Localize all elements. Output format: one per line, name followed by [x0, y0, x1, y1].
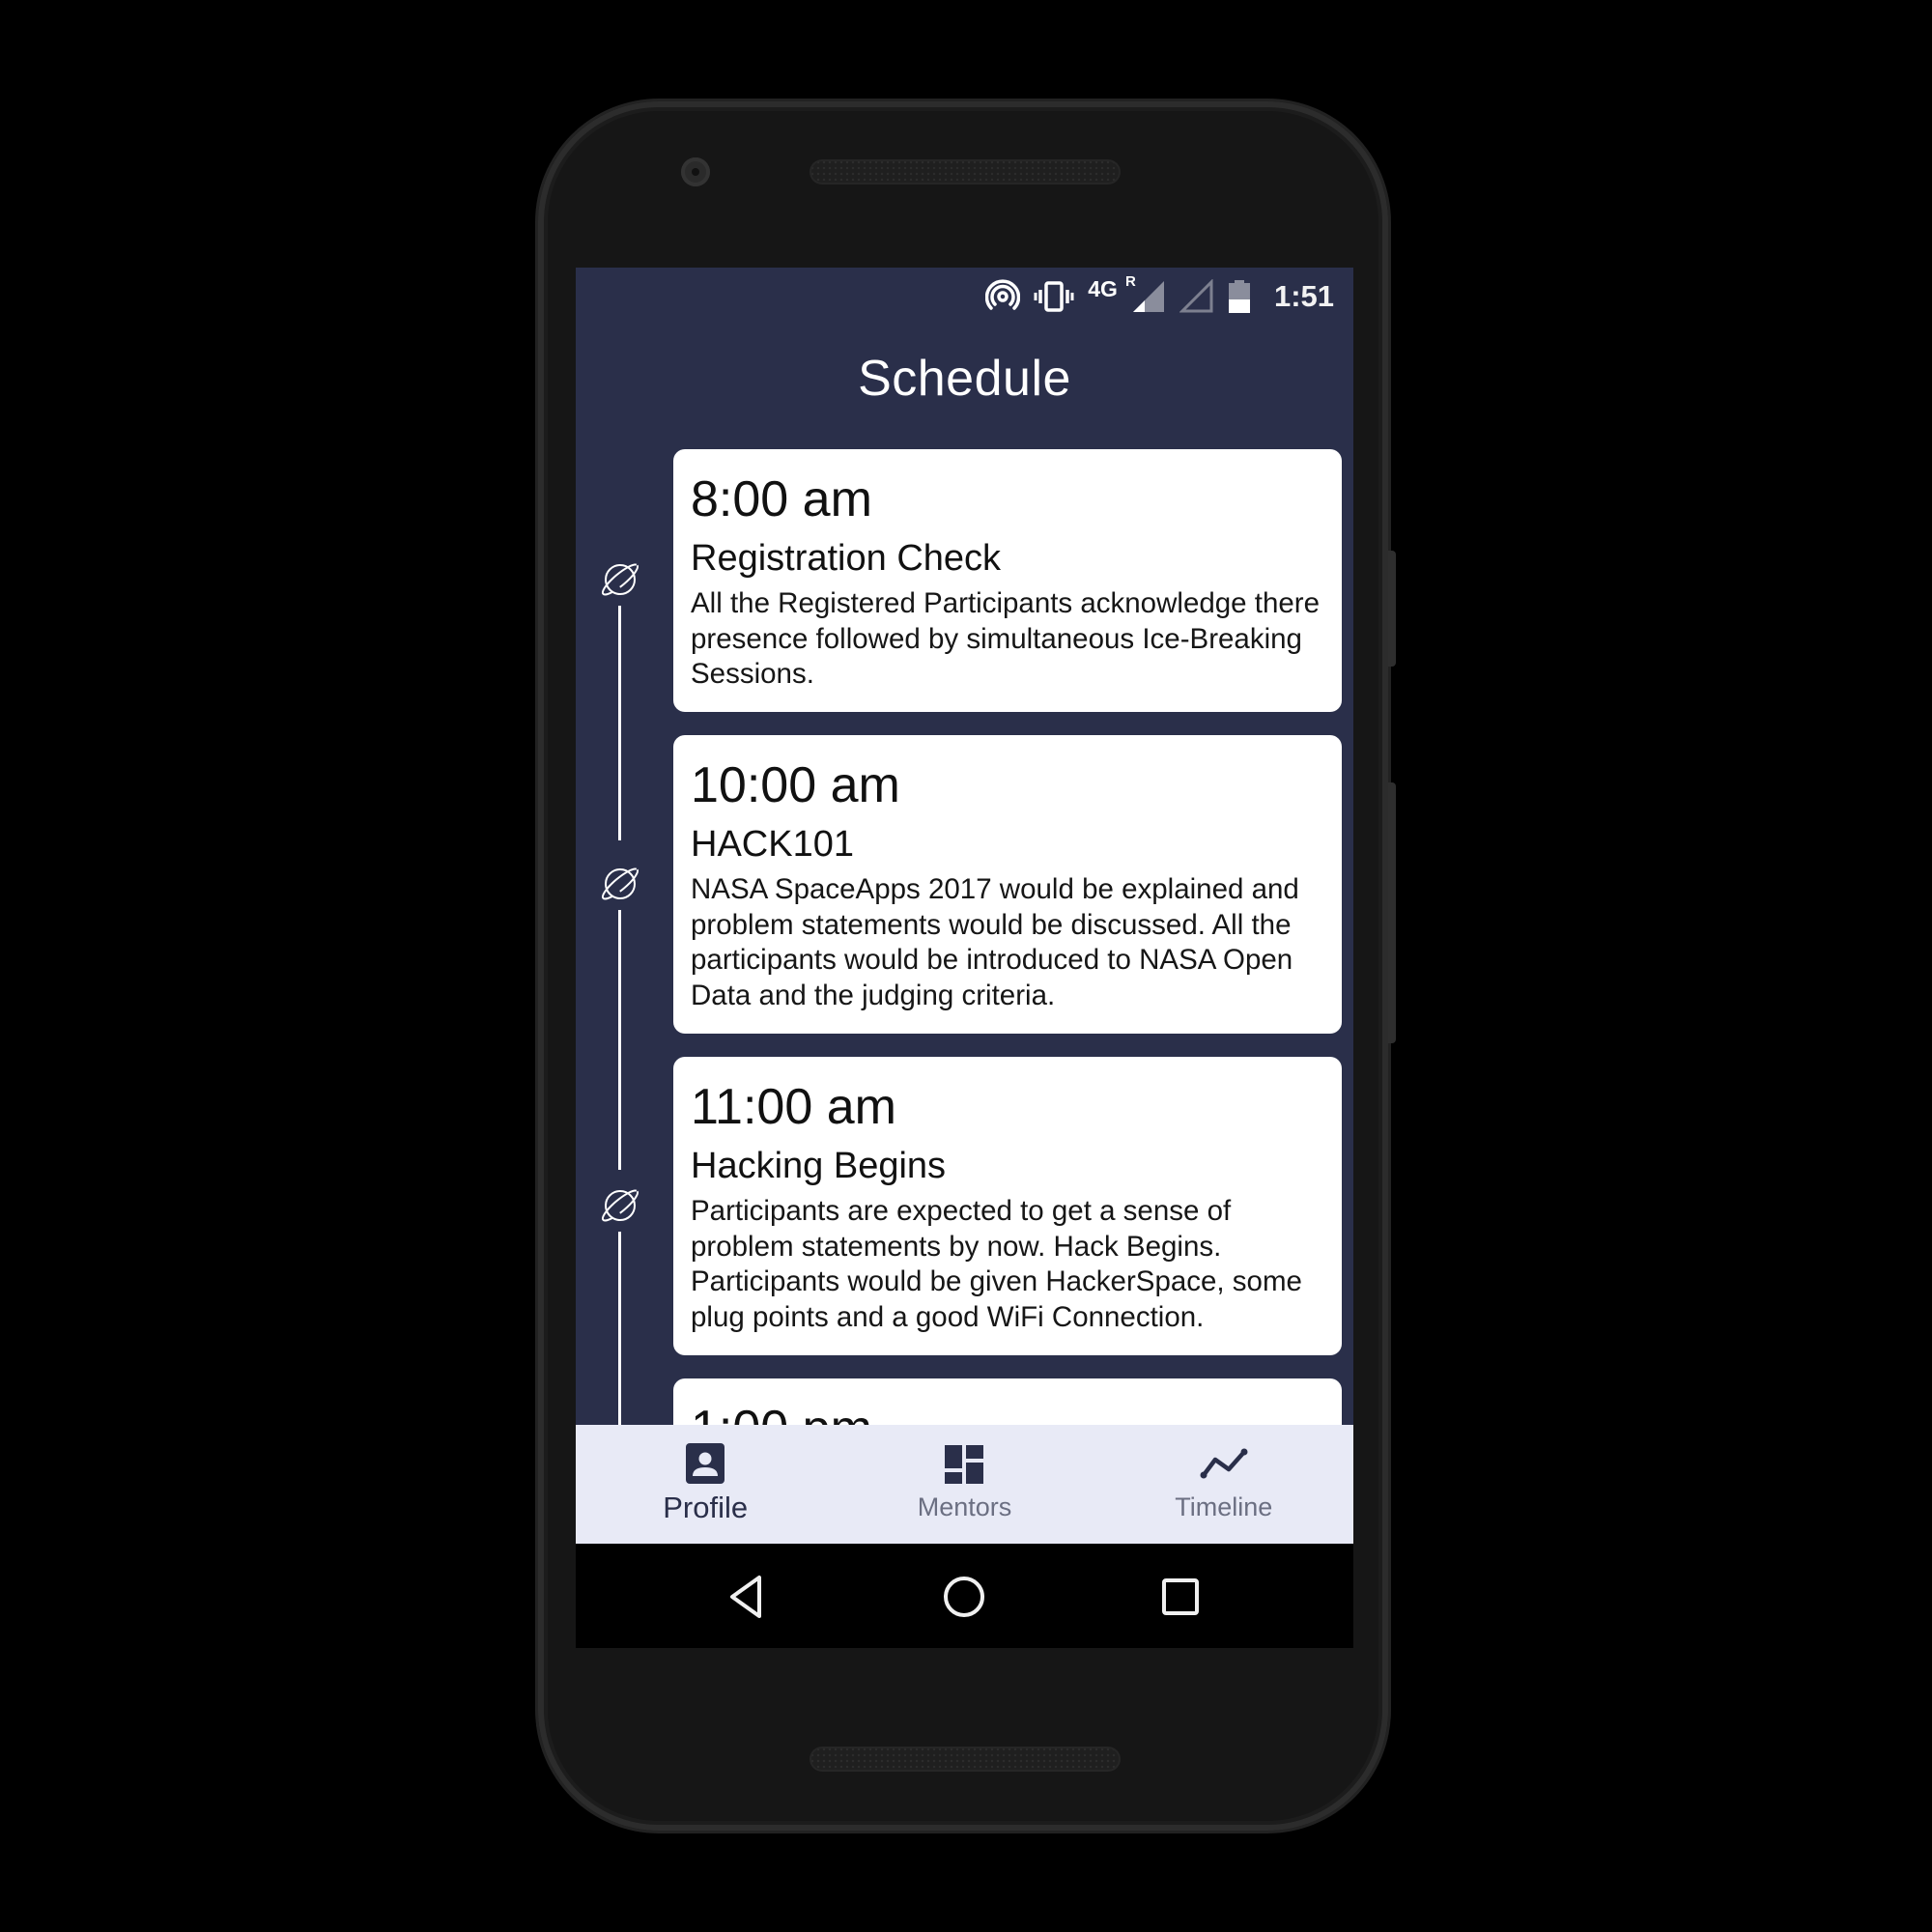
hotspot-icon	[985, 279, 1021, 310]
event-description: All the Registered Participants acknowle…	[691, 587, 1321, 690]
planet-icon	[601, 563, 639, 596]
nav-item-timeline[interactable]: Timeline	[1094, 1425, 1353, 1544]
status-bar: 4G R 1:51	[576, 268, 1353, 324]
profile-icon	[686, 1443, 725, 1484]
screen: 4G R 1:51 Schedule 8:00 am Registration …	[576, 268, 1353, 1648]
system-navigation-bar	[576, 1544, 1353, 1648]
nav-label: Profile	[663, 1491, 749, 1524]
network-type: 4G	[1088, 275, 1118, 301]
schedule-card[interactable]: 10:00 am HACK101 NASA SpaceApps 2017 wou…	[673, 735, 1342, 1034]
nav-label: Mentors	[917, 1492, 1012, 1521]
recents-icon[interactable]	[1156, 1573, 1205, 1621]
timeline-line	[618, 910, 621, 1170]
page-title: Schedule	[858, 351, 1071, 407]
power-button	[1388, 551, 1396, 667]
event-time: 10:00 am	[691, 757, 900, 813]
event-description: Participants are expected to get a sense…	[691, 1195, 1302, 1333]
signal-empty-icon	[1179, 279, 1213, 313]
nav-item-mentors[interactable]: Mentors	[835, 1425, 1094, 1544]
timeline-line	[618, 1232, 621, 1425]
dashboard-icon	[945, 1445, 984, 1484]
event-time: 11:00 am	[691, 1079, 896, 1135]
event-time: 8:00 am	[691, 471, 872, 527]
nav-item-profile[interactable]: Profile	[576, 1425, 835, 1544]
status-time: 1:51	[1273, 279, 1334, 313]
planet-icon	[601, 1189, 639, 1222]
bottom-navigation: Profile Mentors Timeline	[576, 1425, 1353, 1544]
schedule-card[interactable]: 8:00 am Registration Check All the Regis…	[673, 449, 1342, 712]
vibrate-icon	[1034, 281, 1074, 312]
nav-label: Timeline	[1175, 1492, 1273, 1521]
planet-icon	[601, 867, 639, 900]
bottom-speaker	[810, 1747, 1121, 1772]
event-description: NASA SpaceApps 2017 would be explained a…	[691, 873, 1299, 1011]
event-title: HACK101	[691, 824, 854, 865]
battery-icon	[1228, 280, 1250, 313]
volume-button	[1388, 782, 1396, 1043]
timeline-icon	[1200, 1448, 1248, 1479]
timeline-line	[618, 606, 621, 840]
event-title: Registration Check	[691, 538, 1002, 579]
event-title: Hacking Begins	[691, 1146, 947, 1186]
schedule-card[interactable]: 11:00 am Hacking Begins Participants are…	[673, 1057, 1342, 1355]
signal-roaming-icon: R	[1125, 273, 1166, 314]
home-icon[interactable]	[940, 1573, 988, 1621]
back-icon[interactable]	[723, 1573, 771, 1621]
front-camera	[681, 157, 710, 186]
top-speaker	[810, 159, 1121, 185]
